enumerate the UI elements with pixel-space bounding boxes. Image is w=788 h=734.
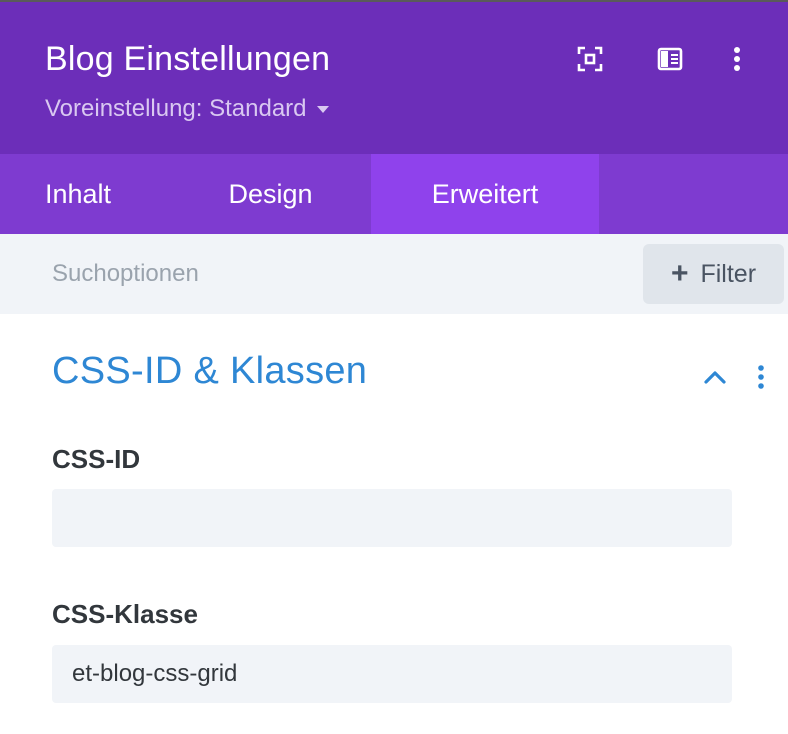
- focus-icon[interactable]: [575, 44, 605, 74]
- sidebar-layout-icon[interactable]: [655, 44, 685, 74]
- chevron-up-icon[interactable]: [700, 364, 730, 390]
- section-more-icon[interactable]: [748, 362, 774, 392]
- section-title[interactable]: CSS-ID & Klassen: [52, 350, 367, 393]
- search-options-input[interactable]: [52, 256, 612, 292]
- settings-header: Blog Einstellungen Voreinstellung: Stand…: [0, 2, 788, 154]
- css-id-label: CSS-ID: [52, 444, 141, 474]
- plus-icon: +: [670, 257, 689, 290]
- filter-button[interactable]: + Filter: [643, 244, 784, 304]
- css-id-input[interactable]: [52, 489, 732, 547]
- preset-label: Voreinstellung: Standard: [45, 95, 307, 122]
- options-toolbar: + Filter: [0, 234, 788, 314]
- css-class-label: CSS-Klasse: [52, 599, 198, 629]
- tab-design[interactable]: Design: [170, 154, 371, 234]
- tab-bar: Inhalt Design Erweitert: [0, 154, 788, 234]
- tab-erweitert[interactable]: Erweitert: [371, 154, 599, 234]
- caret-down-icon: [316, 105, 329, 113]
- css-class-input[interactable]: [52, 645, 732, 703]
- tab-inhalt[interactable]: Inhalt: [0, 154, 170, 234]
- preset-selector[interactable]: Voreinstellung: Standard: [45, 95, 329, 123]
- more-vertical-icon[interactable]: [722, 44, 752, 74]
- filter-label: Filter: [700, 259, 757, 288]
- modal-title: Blog Einstellungen: [45, 40, 331, 78]
